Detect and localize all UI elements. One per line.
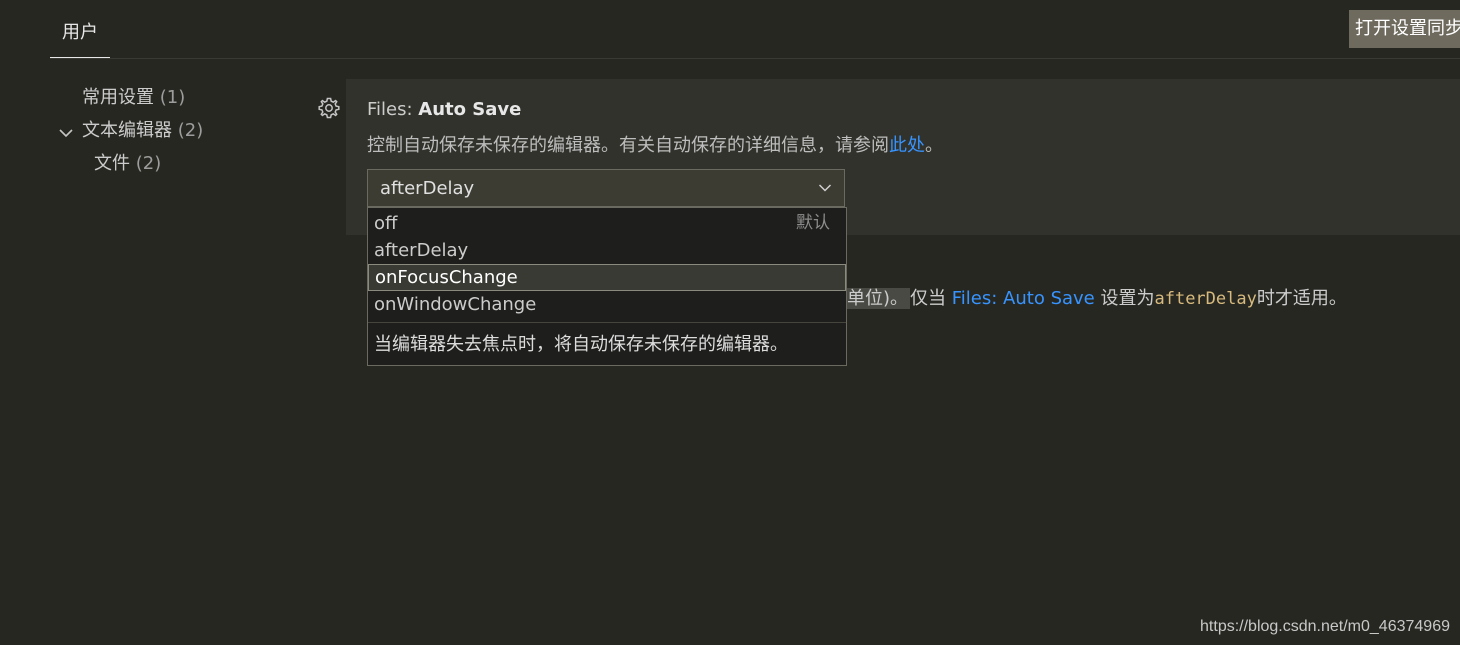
dropdown-option-off[interactable]: off 默认: [368, 210, 846, 237]
dropdown-option-description: 当编辑器失去焦点时，将自动保存未保存的编辑器。: [374, 334, 788, 355]
gear-icon[interactable]: [317, 96, 341, 120]
tab-user[interactable]: 用户: [50, 20, 110, 58]
chevron-down-icon: [818, 184, 832, 192]
setting-title: Files: Auto Save: [367, 99, 521, 120]
tree-item-count: (1): [159, 87, 186, 108]
settings-tree: 常用设置 (1) 文本编辑器 (2) 文件 (2): [56, 84, 316, 183]
delay-description-partial: 单位)。: [847, 288, 911, 309]
tree-item-label: 文本编辑器: [82, 120, 172, 141]
auto-save-delay-description: 单位)。 仅当 Files: Auto Save 设置为afterDelay时才适…: [847, 286, 1347, 312]
tree-item-text-editor[interactable]: 文本编辑器 (2): [56, 117, 316, 150]
delay-description-link[interactable]: Files: Auto Save: [952, 288, 1095, 309]
tree-item-label: 文件: [94, 153, 130, 174]
settings-tabs: 用户 打开设置同步: [50, 0, 1460, 59]
setting-description-link[interactable]: 此处: [889, 135, 925, 156]
auto-save-dropdown: off 默认 afterDelay onFocusChange onWindow…: [367, 207, 847, 366]
setting-description-end: 。: [925, 135, 943, 156]
delay-description-text-a: 仅当: [910, 288, 952, 309]
tree-item-files[interactable]: 文件 (2): [56, 150, 316, 183]
option-label: onWindowChange: [374, 294, 537, 315]
tree-item-count: (2): [177, 120, 204, 141]
option-label: onFocusChange: [375, 267, 518, 288]
delay-description-text-b: 设置为: [1094, 288, 1155, 309]
dropdown-option-on-window-change[interactable]: onWindowChange: [368, 291, 846, 318]
auto-save-select[interactable]: afterDelay: [367, 169, 845, 207]
setting-description-text: 控制自动保存未保存的编辑器。有关自动保存的详细信息，请参阅: [367, 135, 889, 156]
watermark: https://blog.csdn.net/m0_46374969: [1200, 618, 1450, 635]
dropdown-divider: [368, 322, 846, 323]
delay-description-text-c: 时才适用。: [1256, 288, 1347, 309]
setting-description: 控制自动保存未保存的编辑器。有关自动保存的详细信息，请参阅此处。: [367, 131, 943, 157]
option-label: off: [374, 213, 398, 234]
delay-description-code: afterDelay: [1154, 289, 1257, 309]
option-label: afterDelay: [374, 240, 469, 261]
tree-item-label: 常用设置: [82, 87, 154, 108]
dropdown-option-after-delay[interactable]: afterDelay: [368, 237, 846, 264]
dropdown-option-on-focus-change[interactable]: onFocusChange: [368, 264, 846, 291]
select-value: afterDelay: [380, 178, 475, 199]
setting-category: Files:: [367, 99, 419, 120]
default-tag: 默认: [796, 213, 830, 233]
tree-item-common[interactable]: 常用设置 (1): [56, 84, 316, 117]
setting-name: Auto Save: [418, 99, 522, 120]
tree-item-count: (2): [135, 153, 162, 174]
chevron-down-icon[interactable]: [58, 127, 74, 139]
settings-sync-button[interactable]: 打开设置同步: [1349, 10, 1460, 48]
